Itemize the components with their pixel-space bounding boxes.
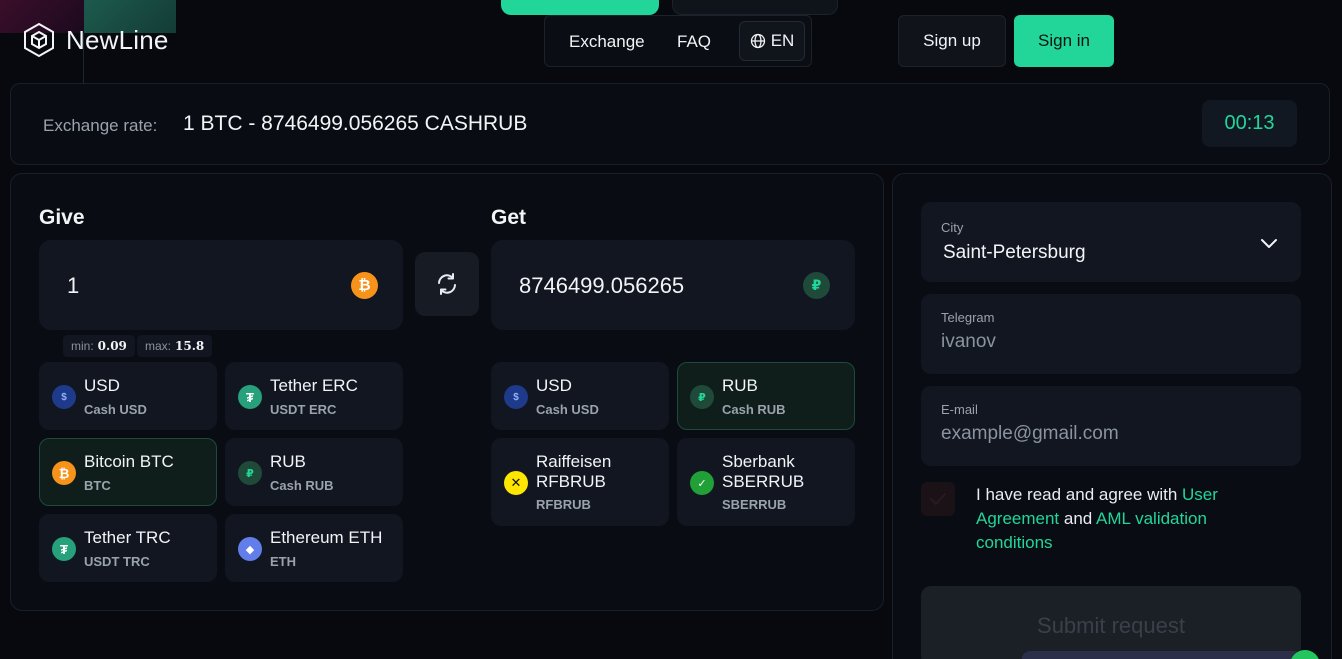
ruble-icon: ₽ bbox=[690, 385, 714, 409]
telegram-field[interactable]: Telegram ivanov bbox=[921, 294, 1301, 374]
nav-faq[interactable]: FAQ bbox=[677, 32, 711, 52]
dollar-icon: $ bbox=[504, 385, 528, 409]
max-value: 15.8 bbox=[175, 339, 205, 353]
city-label: City bbox=[941, 220, 964, 235]
check-icon bbox=[930, 493, 946, 505]
exchange-rate-label: Exchange rate: bbox=[43, 116, 158, 135]
logo[interactable]: NewLine bbox=[22, 22, 169, 58]
email-placeholder: example@gmail.com bbox=[941, 423, 1119, 444]
min-limit: min: 0.09 bbox=[63, 335, 135, 357]
dollar-icon: $ bbox=[52, 385, 76, 409]
city-value: Saint-Petersburg bbox=[943, 242, 1086, 263]
currency-name: RUB bbox=[722, 376, 758, 395]
agree-text-2: and bbox=[1059, 509, 1097, 528]
ruble-icon: ₽ bbox=[803, 272, 830, 299]
currency-name: USD bbox=[84, 376, 120, 395]
get-amount-input[interactable]: 8746499.056265 ₽ bbox=[491, 240, 855, 330]
raiffeisen-icon: ✕ bbox=[504, 471, 528, 495]
globe-icon bbox=[750, 33, 765, 49]
email-field[interactable]: E-mail example@gmail.com bbox=[921, 386, 1301, 466]
agree-checkbox[interactable] bbox=[921, 482, 955, 516]
bitcoin-icon: ₿ bbox=[52, 461, 76, 485]
get-currency-raiffeisen[interactable]: ✕ Raiffeisen RFBRUB RFBRUB bbox=[491, 438, 669, 526]
max-label: max: bbox=[145, 339, 172, 353]
currency-sub: Cash USD bbox=[536, 402, 599, 417]
get-amount-value: 8746499.056265 bbox=[519, 273, 685, 298]
get-currency-usd[interactable]: $ USD Cash USD bbox=[491, 362, 669, 430]
telegram-placeholder: ivanov bbox=[941, 331, 996, 352]
tether-icon: ₮ bbox=[238, 385, 262, 409]
currency-name: RUB bbox=[270, 452, 306, 471]
max-limit: max: 15.8 bbox=[137, 335, 213, 357]
currency-sub: Cash RUB bbox=[722, 402, 786, 417]
give-currency-tether-trc[interactable]: ₮ Tether TRC USDT TRC bbox=[39, 514, 217, 582]
ethereum-icon: ◆ bbox=[238, 537, 262, 561]
give-currency-ethereum[interactable]: ◆ Ethereum ETH ETH bbox=[225, 514, 403, 582]
email-label: E-mail bbox=[941, 402, 978, 417]
give-currency-rub[interactable]: ₽ RUB Cash RUB bbox=[225, 438, 403, 506]
telegram-label: Telegram bbox=[941, 310, 995, 325]
sberbank-icon: ✓ bbox=[690, 471, 714, 495]
rate-timer: 00:13 bbox=[1202, 100, 1297, 147]
tether-icon: ₮ bbox=[52, 537, 76, 561]
language-label: EN bbox=[770, 31, 795, 50]
city-select[interactable]: City Saint-Petersburg bbox=[921, 202, 1301, 282]
decor-tab-green bbox=[501, 0, 659, 15]
currency-name: Ethereum ETH bbox=[270, 528, 383, 547]
min-value: 0.09 bbox=[97, 339, 127, 353]
currency-sub: Cash RUB bbox=[270, 478, 334, 493]
sign-in-button[interactable]: Sign in bbox=[1014, 15, 1114, 67]
give-currency-usd[interactable]: $ USD Cash USD bbox=[39, 362, 217, 430]
get-currency-sberbank[interactable]: ✓ Sberbank SBERRUB SBERRUB bbox=[677, 438, 855, 526]
language-selector[interactable]: EN bbox=[739, 21, 805, 61]
give-currency-bitcoin[interactable]: ₿ Bitcoin BTC BTC bbox=[39, 438, 217, 506]
currency-name: USD bbox=[536, 376, 572, 395]
currency-sub: BTC bbox=[84, 478, 111, 493]
bitcoin-icon: ₿ bbox=[351, 272, 378, 299]
min-label: min: bbox=[71, 339, 94, 353]
currency-name: Tether ERC bbox=[270, 376, 358, 395]
currency-name: Raiffeisen RFBRUB bbox=[536, 452, 612, 491]
swap-arrows-icon bbox=[438, 273, 456, 295]
exchange-rate-value: 1 BTC - 8746499.056265 CASHRUB bbox=[183, 112, 528, 135]
currency-sub: ETH bbox=[270, 554, 296, 569]
submit-request-button[interactable]: Submit request bbox=[921, 586, 1301, 659]
get-title: Get bbox=[491, 206, 527, 229]
currency-name: Sberbank SBERRUB bbox=[722, 452, 805, 491]
agree-text-1: I have read and agree with bbox=[976, 485, 1183, 504]
currency-name: Bitcoin BTC bbox=[84, 452, 174, 471]
get-currency-rub[interactable]: ₽ RUB Cash RUB bbox=[677, 362, 855, 430]
ruble-icon: ₽ bbox=[238, 461, 262, 485]
swap-button[interactable] bbox=[415, 252, 479, 316]
logo-text: NewLine bbox=[66, 24, 169, 55]
give-title: Give bbox=[39, 206, 85, 229]
currency-sub: RFBRUB bbox=[536, 497, 591, 512]
currency-sub: SBERRUB bbox=[722, 497, 787, 512]
cube-logo-icon bbox=[24, 22, 54, 58]
agreement-text: I have read and agree with User Agreemen… bbox=[976, 483, 1276, 555]
currency-sub: Cash USD bbox=[84, 402, 147, 417]
give-amount-value: 1 bbox=[67, 273, 80, 298]
currency-sub: USDT TRC bbox=[84, 554, 150, 569]
currency-sub: USDT ERC bbox=[270, 402, 337, 417]
give-currency-tether-erc[interactable]: ₮ Tether ERC USDT ERC bbox=[225, 362, 403, 430]
decor-corner-bar bbox=[1022, 651, 1302, 659]
currency-name: Tether TRC bbox=[84, 528, 171, 547]
chevron-down-icon bbox=[1261, 239, 1277, 248]
nav-exchange[interactable]: Exchange bbox=[569, 32, 645, 52]
sign-up-button[interactable]: Sign up bbox=[898, 15, 1006, 67]
give-amount-input[interactable]: 1 ₿ bbox=[39, 240, 403, 330]
decor-tab-dark bbox=[672, 0, 838, 15]
